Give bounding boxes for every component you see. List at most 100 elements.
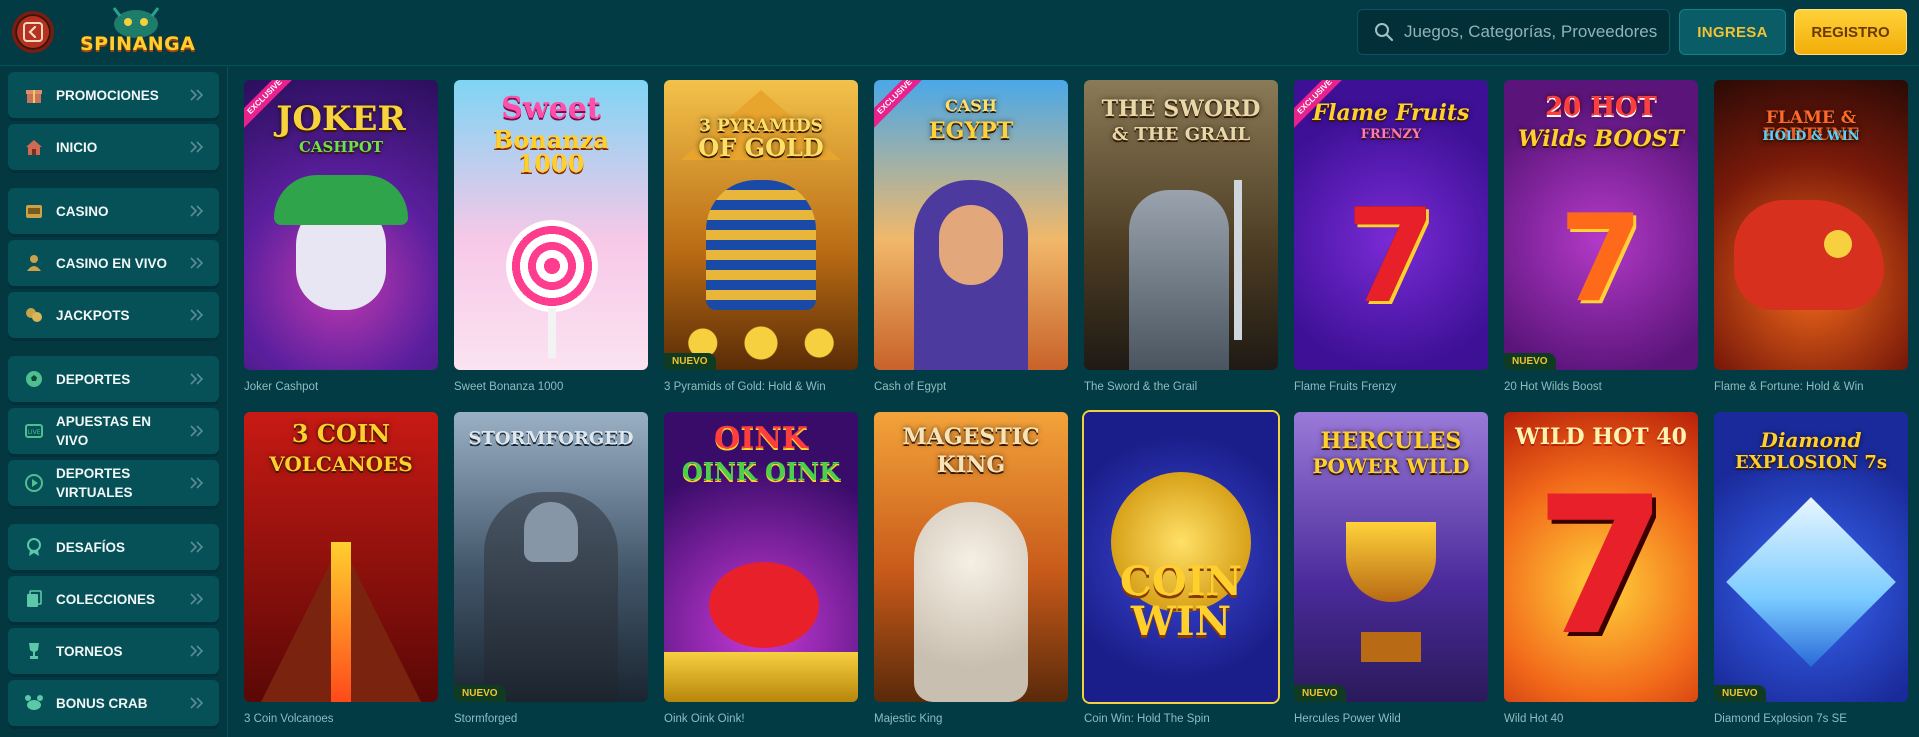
game-caption[interactable]: Cash of Egypt (874, 381, 1068, 397)
game-card-stormforged[interactable]: STORMFORGED NUEVO (454, 412, 648, 702)
crab-icon (23, 692, 45, 714)
sidebar-item-casino[interactable]: CASINO (8, 188, 219, 234)
sidebar-item-label: JACKPOTS (56, 307, 130, 323)
game-title: HERCULES (1320, 428, 1462, 454)
game-subtitle: POWER WILD (1312, 454, 1470, 478)
game-title: JOKER (276, 99, 406, 139)
sidebar-nav: PROMOCIONES INICIO CASINO CASINO EN VIVO… (0, 67, 228, 737)
sidebar-item-deportes-virtuales[interactable]: DEPORTES VIRTUALES (8, 460, 219, 506)
game-caption[interactable]: Joker Cashpot (244, 381, 438, 397)
sidebar-item-label: TORNEOS (56, 643, 123, 659)
trophy-icon (23, 640, 45, 662)
game-caption[interactable]: Coin Win: Hold The Spin (1084, 713, 1278, 729)
new-badge: NUEVO (1294, 685, 1346, 702)
game-title: Sweet (501, 91, 601, 126)
gift-icon (23, 84, 45, 106)
game-caption[interactable]: Majestic King (874, 713, 1068, 729)
sidebar-item-apuestas-en-vivo[interactable]: LIVE APUESTAS EN VIVO (8, 408, 219, 454)
sidebar-item-bonus-crab[interactable]: BONUS CRAB (8, 680, 219, 726)
pharaoh (706, 180, 816, 310)
search-input[interactable] (1404, 22, 1664, 42)
top-header: SPINANGA INGRESA REGISTRO (0, 0, 1919, 66)
sidebar-item-label: CASINO EN VIVO (56, 255, 168, 271)
lollipop (506, 220, 598, 312)
game-caption[interactable]: Stormforged (454, 713, 648, 729)
chevron-right-icon (190, 89, 204, 101)
sidebar-item-deportes[interactable]: DEPORTES (8, 356, 219, 402)
game-card-flame-fruits-frenzy[interactable]: Flame Fruits FRENZY 7 EXCLUSIVE (1294, 80, 1488, 370)
game-subtitle: & THE GRAIL (1111, 124, 1251, 145)
game-card-3-coin-volcanoes[interactable]: 3 COIN VOLCANOES (244, 412, 438, 702)
game-subtitle: KING (936, 452, 1006, 478)
game-card-3-pyramids-of-gold[interactable]: 3 PYRAMIDS OF GOLD NUEVO (664, 80, 858, 370)
sidebar-item-casino-en-vivo[interactable]: CASINO EN VIVO (8, 240, 219, 286)
game-caption[interactable]: Sweet Bonanza 1000 (454, 381, 648, 397)
game-title: STORMFORGED (468, 428, 634, 449)
chevron-right-icon (190, 593, 204, 605)
game-title: Flame Fruits (1312, 100, 1470, 126)
new-badge: NUEVO (454, 685, 506, 702)
lion (914, 502, 1028, 702)
search-box[interactable] (1357, 9, 1670, 55)
game-caption[interactable]: 3 Coin Volcanoes (244, 713, 438, 729)
lava (331, 542, 351, 702)
knight-sword (1234, 180, 1242, 340)
spinanga-logo[interactable]: SPINANGA (80, 6, 195, 62)
game-caption[interactable]: Hercules Power Wild (1294, 713, 1488, 729)
challenge-icon (23, 536, 45, 558)
game-caption[interactable]: 20 Hot Wilds Boost (1504, 381, 1698, 397)
chevron-right-icon (190, 309, 204, 321)
game-title: 3 COIN (291, 419, 391, 448)
game-card-majestic-king[interactable]: MAGESTIC KING (874, 412, 1068, 702)
game-caption[interactable]: The Sword & the Grail (1084, 381, 1278, 397)
game-caption[interactable]: 3 Pyramids of Gold: Hold & Win (664, 381, 858, 397)
sidebar-item-desafios[interactable]: DESAFÍOS (8, 524, 219, 570)
new-badge: NUEVO (1714, 685, 1766, 702)
queen-face (939, 205, 1003, 285)
piggy-bank (709, 562, 819, 648)
game-card-20-hot-wilds-boost[interactable]: 20 HOT Wilds BOOST 7 NUEVO (1504, 80, 1698, 370)
game-title: CASH (945, 96, 997, 115)
trophy-base (1361, 632, 1421, 662)
game-card-hercules-power-wild[interactable]: HERCULES POWER WILD NUEVO (1294, 412, 1488, 702)
game-subtitle: OINK OINK (681, 457, 841, 486)
game-caption[interactable]: Flame & Fortune: Hold & Win (1714, 381, 1908, 397)
new-badge: NUEVO (1504, 353, 1556, 370)
casino-icon (23, 200, 45, 222)
game-subtitle: VOLCANOES (269, 452, 413, 476)
svg-text:LIVE: LIVE (27, 429, 40, 436)
login-button[interactable]: INGRESA (1679, 9, 1786, 55)
game-title: COIN (1120, 558, 1242, 605)
game-subtitle: CASHPOT (298, 138, 384, 156)
game-card-joker-cashpot[interactable]: JOKER CASHPOT EXCLUSIVE (244, 80, 438, 370)
game-card-wild-hot-40[interactable]: WILD HOT 40 7 (1504, 412, 1698, 702)
game-caption[interactable]: Flame Fruits Frenzy (1294, 381, 1488, 397)
home-icon (23, 136, 45, 158)
sidebar-item-colecciones[interactable]: COLECCIONES (8, 576, 219, 622)
sidebar-item-jackpots[interactable]: JACKPOTS (8, 292, 219, 338)
game-card-coin-win[interactable]: COIN WIN (1084, 412, 1278, 702)
chevron-right-icon (190, 257, 204, 269)
game-card-sword-and-grail[interactable]: THE SWORD & THE GRAIL (1084, 80, 1278, 370)
chevron-right-icon (190, 425, 204, 437)
chevron-right-icon (190, 697, 204, 709)
game-card-cash-of-egypt[interactable]: CASH EGYPT EXCLUSIVE (874, 80, 1068, 370)
game-card-diamond-explosion-7s[interactable]: Diamond EXPLOSION 7s NUEVO (1714, 412, 1908, 702)
dragon-eye (1824, 230, 1852, 258)
register-button[interactable]: REGISTRO (1794, 9, 1907, 55)
knight (1129, 190, 1229, 370)
game-caption[interactable]: Wild Hot 40 (1504, 713, 1698, 729)
soccer-ball-icon (23, 368, 45, 390)
sidebar-item-promociones[interactable]: PROMOCIONES (8, 72, 219, 118)
seven-symbol: 7 (1559, 190, 1643, 329)
sidebar-item-inicio[interactable]: INICIO (8, 124, 219, 170)
game-caption[interactable]: Oink Oink Oink! (664, 713, 858, 729)
game-card-flame-and-fortune[interactable]: FLAME & FORTUNE HOLD & WIN (1714, 80, 1908, 370)
sidebar-item-label: DESAFÍOS (56, 539, 126, 555)
game-card-sweet-bonanza-1000[interactable]: Sweet Bonanza 1000 (454, 80, 648, 370)
sidebar-item-torneos[interactable]: TORNEOS (8, 628, 219, 674)
game-title: THE SWORD (1101, 96, 1261, 122)
menu-toggle-button[interactable] (12, 11, 54, 53)
game-card-oink-oink-oink[interactable]: OINK OINK OINK (664, 412, 858, 702)
game-caption[interactable]: Diamond Explosion 7s SE (1714, 713, 1908, 729)
